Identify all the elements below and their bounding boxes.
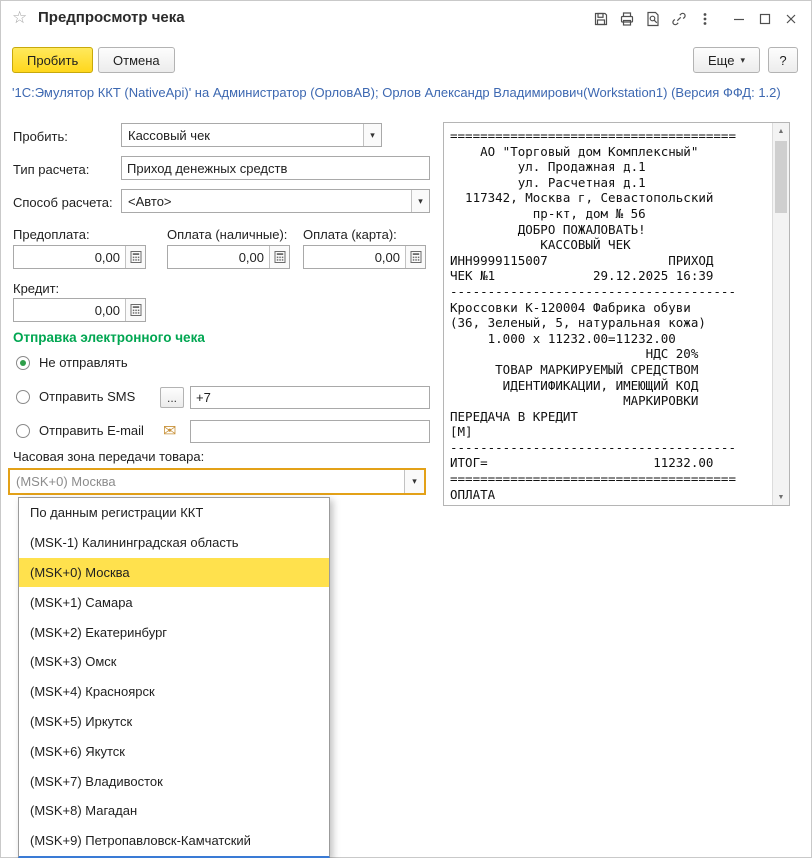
cash-calculator-icon[interactable] xyxy=(269,246,289,268)
credit-calculator-icon[interactable] xyxy=(125,299,145,321)
credit-input[interactable] xyxy=(14,299,125,321)
timezone-option[interactable]: (MSK+7) Владивосток xyxy=(19,766,329,796)
email-input[interactable] xyxy=(191,421,429,442)
timezone-label: Часовая зона передачи товара: xyxy=(13,449,205,464)
timezone-option[interactable]: (MSK+2) Екатеринбург xyxy=(19,617,329,647)
card-field[interactable] xyxy=(303,245,426,269)
scrollbar-thumb[interactable] xyxy=(775,141,787,213)
credit-label: Кредит: xyxy=(13,281,60,296)
timezone-option[interactable]: (MSK+5) Иркутск xyxy=(19,707,329,737)
radio-send-email[interactable]: Отправить E-mail xyxy=(16,423,144,438)
radio-dot xyxy=(16,389,30,404)
receipt-preview-panel: ====================================== А… xyxy=(443,122,790,506)
calc-method-value: <Авто> xyxy=(128,193,172,209)
more-menu-icon[interactable] xyxy=(692,8,718,30)
radio-send-email-label: Отправить E-mail xyxy=(39,423,144,438)
get-link-icon[interactable] xyxy=(666,8,692,30)
cancel-button[interactable]: Отмена xyxy=(98,47,175,73)
cash-field[interactable] xyxy=(167,245,290,269)
timezone-option[interactable]: По данным регистрации ККТ xyxy=(19,498,329,528)
more-button[interactable]: Еще ▾ xyxy=(693,47,760,73)
help-button[interactable]: ? xyxy=(768,47,798,73)
radio-send-sms-label: Отправить SMS xyxy=(39,389,136,404)
cash-input[interactable] xyxy=(168,246,269,268)
calc-type-field[interactable] xyxy=(121,156,430,180)
timezone-combo[interactable]: (MSK+0) Москва ▾ xyxy=(8,468,426,495)
card-label: Оплата (карта): xyxy=(303,227,397,242)
chevron-down-icon: ▾ xyxy=(740,54,745,65)
probit-combo[interactable]: Кассовый чек ▾ xyxy=(121,123,382,147)
scroll-down-icon[interactable]: ▼ xyxy=(773,489,789,505)
timezone-option[interactable]: (MSK+1) Самара xyxy=(19,587,329,617)
cash-label: Оплата (наличные): xyxy=(167,227,288,242)
calc-type-input[interactable] xyxy=(122,157,429,179)
calc-method-label: Способ расчета: xyxy=(13,195,113,210)
prepayment-input[interactable] xyxy=(14,246,125,268)
receipt-text: ====================================== А… xyxy=(450,128,736,502)
close-button[interactable] xyxy=(778,8,804,30)
radio-dot xyxy=(16,423,30,438)
prepayment-calculator-icon[interactable] xyxy=(125,246,145,268)
timezone-option[interactable]: (MSK+9) Петропавловск-Камчатский xyxy=(19,826,329,856)
kkt-device-info: '1С:Эмулятор ККТ (NativeApi)' на Админис… xyxy=(12,85,781,100)
print-icon[interactable] xyxy=(614,8,640,30)
calc-method-combo[interactable]: <Авто> ▾ xyxy=(121,189,430,213)
timezone-dropdown-icon[interactable]: ▾ xyxy=(404,470,424,493)
calc-type-label: Тип расчета: xyxy=(13,162,90,177)
receipt-preview-dialog: ☆ Предпросмотр чека Пробить Отмена Еще ▾… xyxy=(0,0,812,858)
radio-send-sms[interactable]: Отправить SMS xyxy=(16,389,135,404)
minimize-button[interactable] xyxy=(726,8,752,30)
prepayment-field[interactable] xyxy=(13,245,146,269)
sms-phone-field[interactable] xyxy=(190,386,430,409)
timezone-option[interactable]: (MSK+6) Якутск xyxy=(19,736,329,766)
sms-phone-input[interactable] xyxy=(191,387,429,408)
timezone-option[interactable]: (MSK-1) Калининградская область xyxy=(19,528,329,558)
probit-value: Кассовый чек xyxy=(128,127,210,143)
more-button-label: Еще xyxy=(708,52,735,68)
card-input[interactable] xyxy=(304,246,405,268)
radio-do-not-send[interactable]: Не отправлять xyxy=(16,355,128,370)
maximize-button[interactable] xyxy=(752,8,778,30)
timezone-option[interactable]: (MSK+3) Омск xyxy=(19,647,329,677)
email-field[interactable] xyxy=(190,420,430,443)
radio-dot xyxy=(16,355,30,370)
timezone-option[interactable]: (MSK+4) Красноярск xyxy=(19,677,329,707)
probit-dropdown-icon[interactable]: ▾ xyxy=(363,124,381,146)
calc-method-dropdown-icon[interactable]: ▾ xyxy=(411,190,429,212)
print-preview-icon[interactable] xyxy=(640,8,666,30)
favorite-star-icon[interactable]: ☆ xyxy=(12,8,27,28)
credit-field[interactable] xyxy=(13,298,146,322)
card-calculator-icon[interactable] xyxy=(405,246,425,268)
prepayment-label: Предоплата: xyxy=(13,227,90,242)
radio-do-not-send-label: Не отправлять xyxy=(39,355,128,370)
timezone-option[interactable]: (MSK+0) Москва xyxy=(19,557,329,588)
page-title: Предпросмотр чека xyxy=(38,9,185,26)
timezone-value: (MSK+0) Москва xyxy=(16,474,116,489)
receipt-scrollbar[interactable]: ▲ ▼ xyxy=(772,123,789,505)
timezone-option[interactable]: (MSK+8) Магадан xyxy=(19,796,329,826)
electronic-receipt-header: Отправка электронного чека xyxy=(13,330,205,345)
scroll-up-icon[interactable]: ▲ xyxy=(773,123,789,139)
save-icon[interactable] xyxy=(588,8,614,30)
titlebar-icons xyxy=(588,8,804,30)
timezone-dropdown-list: По данным регистрации ККТ (MSK-1) Калинин… xyxy=(18,497,330,858)
commit-button[interactable]: Пробить xyxy=(12,47,94,73)
envelope-icon[interactable]: ✉ xyxy=(163,421,176,441)
sms-choose-button[interactable]: ... xyxy=(160,387,184,408)
probit-label: Пробить: xyxy=(13,129,68,144)
